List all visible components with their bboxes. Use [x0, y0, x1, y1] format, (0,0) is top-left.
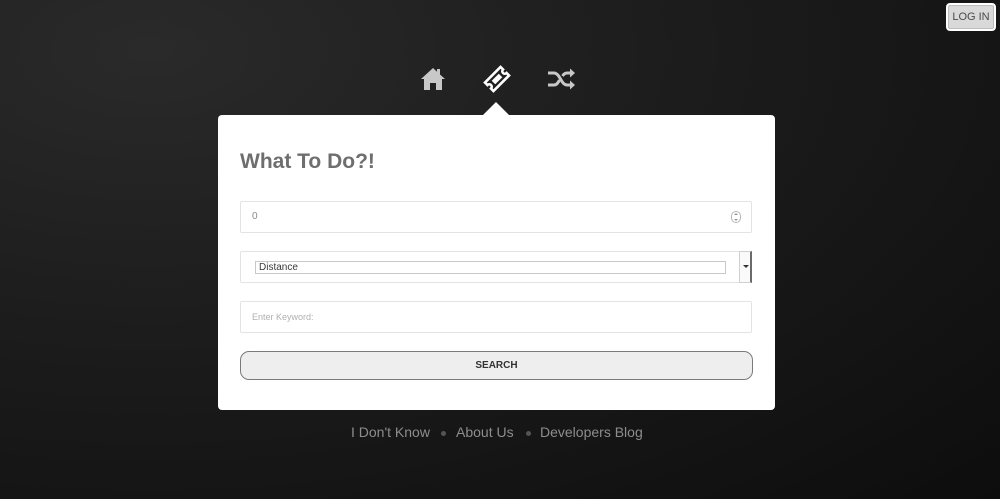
keyword-input[interactable]: [241, 302, 751, 332]
footer-separator: [441, 431, 446, 436]
distance-select[interactable]: Distance: [240, 251, 752, 283]
footer-links: I Don't Know About Us Developers Blog: [0, 424, 1000, 444]
page-title: What To Do?!: [240, 150, 375, 173]
chevron-down-icon[interactable]: [739, 251, 752, 283]
login-button[interactable]: LOG IN: [946, 3, 996, 31]
number-stepper[interactable]: [731, 211, 741, 223]
number-input[interactable]: 0: [240, 201, 752, 233]
panel-pointer: [483, 102, 509, 115]
footer-link-i-dont-know[interactable]: I Don't Know: [351, 424, 430, 440]
footer-separator: [526, 431, 531, 436]
footer-link-developers-blog[interactable]: Developers Blog: [540, 424, 643, 440]
footer-link-about-us[interactable]: About Us: [456, 424, 514, 440]
main-nav: [0, 64, 1000, 94]
home-icon[interactable]: [418, 64, 448, 94]
keyword-field[interactable]: [240, 301, 752, 333]
number-input-value: 0: [252, 211, 258, 222]
shuffle-icon[interactable]: [546, 64, 576, 94]
distance-select-value[interactable]: Distance: [255, 261, 726, 274]
search-button[interactable]: SEARCH: [240, 351, 753, 380]
ticket-icon[interactable]: [482, 64, 512, 94]
